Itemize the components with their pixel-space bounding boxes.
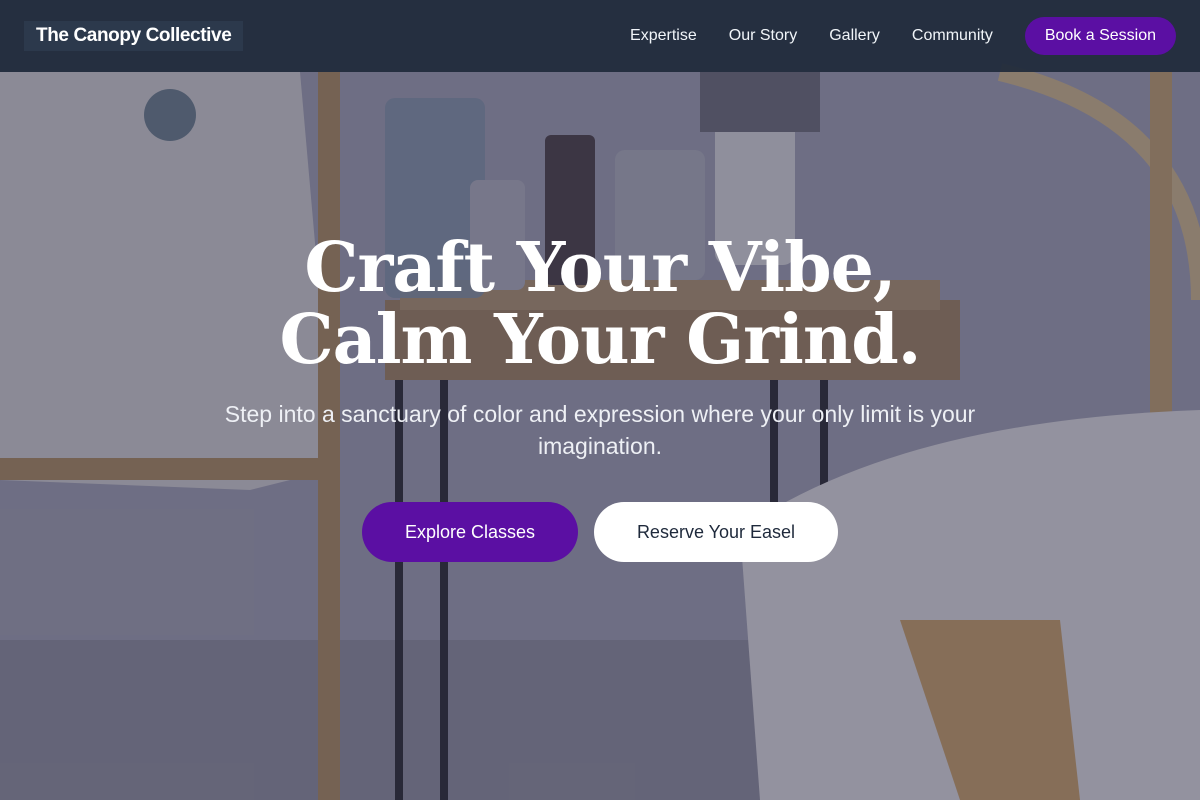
reserve-easel-button[interactable]: Reserve Your Easel — [594, 502, 838, 562]
hero-cta-row: Explore Classes Reserve Your Easel — [0, 502, 1200, 562]
nav-link-community[interactable]: Community — [912, 27, 993, 45]
hero-headline-line-2: Calm Your Grind. — [279, 300, 922, 380]
hero-subheadline: Step into a sanctuary of color and expre… — [224, 401, 976, 459]
nav-link-expertise[interactable]: Expertise — [630, 27, 697, 45]
explore-classes-button[interactable]: Explore Classes — [362, 502, 578, 562]
brand-logo[interactable]: The Canopy Collective — [24, 21, 244, 51]
hero-headline-line-1: Craft Your Vibe, — [304, 228, 896, 308]
hero-section: Craft Your Vibe, Calm Your Grind. Step i… — [0, 232, 1200, 562]
book-session-button[interactable]: Book a Session — [1024, 17, 1176, 55]
nav-link-gallery[interactable]: Gallery — [829, 27, 880, 45]
top-navigation: The Canopy Collective Expertise Our Stor… — [0, 0, 1200, 72]
nav-links: Expertise Our Story Gallery Community Bo… — [598, 17, 1176, 55]
nav-link-our-story[interactable]: Our Story — [729, 27, 797, 45]
hero-headline: Craft Your Vibe, Calm Your Grind. — [0, 232, 1200, 376]
